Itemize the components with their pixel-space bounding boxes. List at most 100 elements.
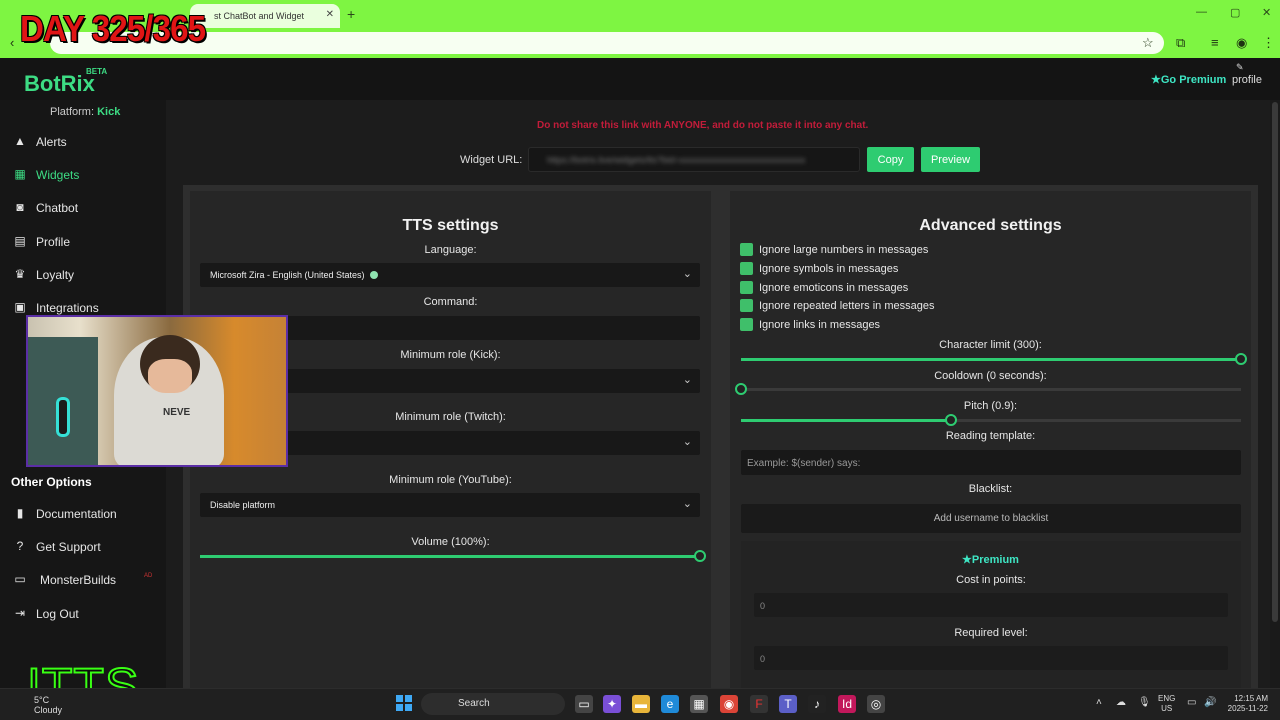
copilot-icon[interactable]: ✦	[603, 695, 621, 713]
profile-link[interactable]: profile	[1232, 74, 1262, 86]
star-icon: ★	[962, 554, 972, 566]
botrix-logo[interactable]: BotRix	[24, 71, 95, 97]
preview-button[interactable]: Preview	[921, 147, 980, 172]
chevron-down-icon: ⌄	[682, 374, 692, 386]
question-icon: ?	[16, 539, 24, 553]
browser-tab[interactable]: st ChatBot and Widget ✕	[190, 4, 340, 28]
minimize-icon[interactable]: —	[1196, 6, 1207, 18]
reading-list-icon[interactable]: ≡	[1211, 35, 1219, 50]
menu-icon[interactable]: ⋮	[1262, 35, 1275, 51]
mic-tray-icon[interactable]: 🎙	[1138, 697, 1151, 708]
widget-url-field[interactable]: https://botrix.live/widgets/tts?bid=xxxx…	[528, 147, 860, 172]
app-header	[0, 58, 1280, 100]
cloud-icon[interactable]: ☁	[1116, 697, 1126, 708]
obs-icon[interactable]: ◎	[867, 695, 885, 713]
checkbox-box[interactable]	[740, 281, 753, 294]
pitch-label: Pitch (0.9):	[963, 400, 1018, 412]
required-level-label: Required level:	[954, 627, 1028, 639]
indesign-icon[interactable]: Id	[838, 695, 856, 713]
sidebar-item-log-out[interactable]: ⇥ Log Out	[0, 599, 166, 629]
warning-icon: ▲	[14, 134, 26, 148]
taskbar-search[interactable]: Search	[421, 693, 565, 715]
speaker-icon[interactable]: 🔊	[1204, 697, 1216, 708]
sidebar-item-loyalty[interactable]: ♛ Loyalty	[0, 260, 166, 290]
go-premium-link[interactable]: ★Go Premium	[1151, 73, 1226, 86]
status-dot	[369, 271, 378, 279]
volume-slider[interactable]	[200, 550, 706, 562]
app-tf-icon[interactable]: F	[750, 695, 768, 713]
weather-widget[interactable]: 5°C Cloudy	[34, 695, 62, 715]
required-level-input[interactable]: 0	[754, 646, 1228, 670]
maximize-icon[interactable]: ▢	[1230, 6, 1240, 19]
sidebar-item-profile[interactable]: ▤ Profile	[0, 227, 166, 257]
checkbox-box[interactable]	[740, 243, 753, 256]
volume-slider-handle[interactable]	[694, 550, 706, 562]
tts-settings-title: TTS settings	[402, 217, 499, 234]
chevron-down-icon: ⌄	[682, 268, 692, 280]
min-role-youtube-select[interactable]: Disable platform ⌄	[200, 493, 700, 517]
platform-indicator: Platform: Kick	[50, 106, 121, 118]
logout-icon: ⇥	[14, 606, 26, 620]
task-view-icon[interactable]: ▭	[575, 695, 593, 713]
webcam-overlay: NEVE	[26, 315, 288, 467]
character-limit-slider[interactable]	[741, 353, 1247, 365]
command-label: Command:	[423, 296, 478, 308]
star-icon[interactable]: ☆	[1142, 35, 1154, 51]
sidebar-item-alerts[interactable]: ▲ Alerts	[0, 127, 166, 157]
laptop-icon: ▭	[14, 572, 26, 586]
sidebar-item-get-support[interactable]: ? Get Support	[0, 532, 166, 562]
volume-label: Volume (100%):	[411, 536, 490, 548]
language-select[interactable]: Microsoft Zira - English (United States)…	[200, 263, 700, 287]
edge-icon[interactable]: e	[661, 695, 679, 713]
trophy-icon: ♛	[14, 267, 26, 281]
chevron-up-icon[interactable]: ˄	[1096, 697, 1102, 708]
edit-icon: ✎	[1236, 62, 1244, 72]
chrome-icon[interactable]: ◉	[720, 695, 738, 713]
widget-url-value: https://botrix.live/widgets/tts?bid=xxxx…	[547, 155, 806, 165]
star-icon: ★	[1151, 74, 1161, 86]
pitch-fill	[741, 419, 951, 422]
sidebar-item-widgets[interactable]: ▦ Widgets	[0, 160, 166, 190]
file-explorer-icon[interactable]: ▬	[632, 695, 650, 713]
address-bar[interactable]	[50, 32, 1164, 54]
monitor-icon[interactable]: ▭	[1187, 697, 1196, 708]
back-icon[interactable]: ‹	[10, 35, 14, 50]
teams-icon[interactable]: T	[779, 695, 797, 713]
blacklist-label: Blacklist:	[968, 483, 1013, 495]
language-indicator[interactable]: ENG US	[1158, 694, 1175, 714]
cooldown-label: Cooldown (0 seconds):	[934, 370, 1047, 382]
cooldown-handle[interactable]	[735, 383, 747, 395]
warning-text: Do not share this link with ANYONE, and …	[537, 120, 869, 131]
character-limit-handle[interactable]	[1235, 353, 1247, 365]
character-limit-label: Character limit (300):	[939, 339, 1042, 351]
cooldown-slider[interactable]	[735, 383, 1241, 395]
pitch-handle[interactable]	[945, 414, 957, 426]
checkbox-box[interactable]	[740, 299, 753, 312]
new-tab-button[interactable]: +	[347, 6, 355, 22]
sidebar-item-chatbot[interactable]: ◙ Chatbot	[0, 193, 166, 223]
robot-icon: ◙	[16, 200, 24, 214]
cost-input[interactable]: 0	[754, 593, 1228, 617]
sidebar-item-monsterbuilds[interactable]: ▭ MonsterBuilds	[0, 565, 166, 595]
music-icon[interactable]: ♪	[808, 695, 826, 713]
checkbox-box[interactable]	[740, 318, 753, 331]
promo-tag: AD	[144, 573, 153, 579]
character-limit-fill	[741, 358, 1241, 361]
sidebar-item-documentation[interactable]: ▮ Documentation	[0, 499, 166, 529]
checkbox-box[interactable]	[740, 262, 753, 275]
chevron-down-icon: ⌄	[682, 436, 692, 448]
window-close-icon[interactable]: ✕	[1262, 6, 1271, 19]
copy-button[interactable]: Copy	[867, 147, 914, 172]
scrollbar-thumb[interactable]	[1272, 102, 1278, 622]
pitch-slider[interactable]	[741, 414, 1241, 426]
store-icon[interactable]: ▦	[690, 695, 708, 713]
close-icon[interactable]: ✕	[326, 9, 334, 20]
blacklist-input[interactable]: Add username to blacklist	[741, 504, 1241, 533]
beta-badge: BETA	[86, 67, 108, 76]
chevron-down-icon: ⌄	[682, 498, 692, 510]
avatar[interactable]: ◉	[1236, 35, 1247, 51]
reading-template-input[interactable]: Example: $(sender) says:	[741, 450, 1241, 475]
clock[interactable]: 12:15 AM 2025-11-22	[1224, 694, 1268, 714]
extensions-icon[interactable]: ⧉	[1176, 35, 1185, 51]
windows-start-icon[interactable]	[396, 695, 412, 711]
